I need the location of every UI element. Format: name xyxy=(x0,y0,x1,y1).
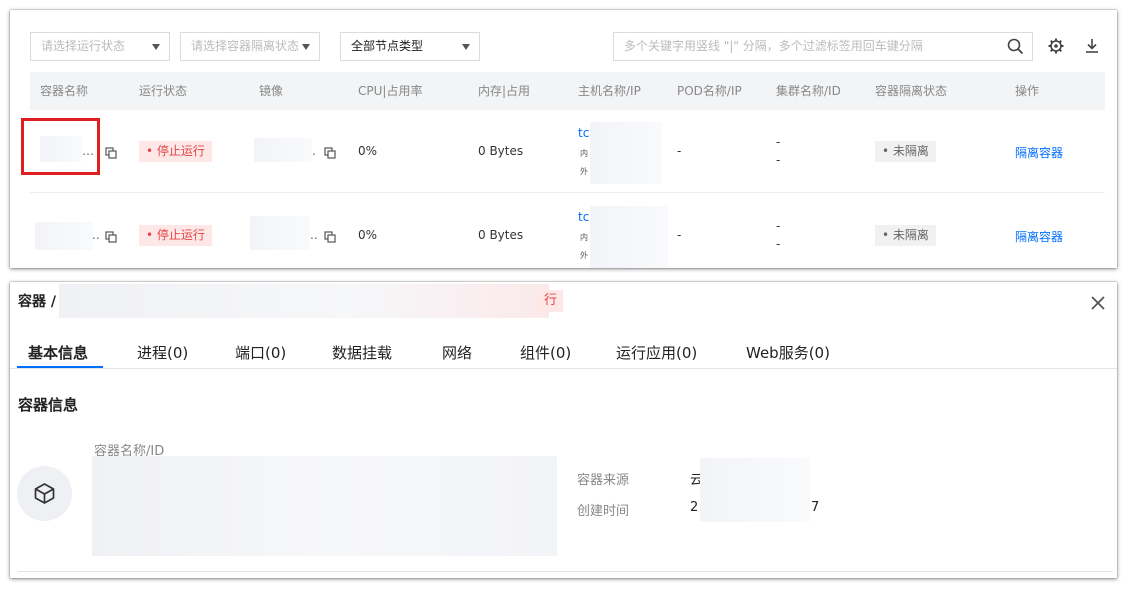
column-header: 操作 xyxy=(1015,84,1040,98)
status-text: 停止运行 xyxy=(156,228,205,242)
copy-icon[interactable] xyxy=(324,231,336,243)
tab-components[interactable]: 组件(0) xyxy=(520,342,571,363)
cluster-id: - xyxy=(776,153,781,167)
isolate-container-link[interactable]: 隔离容器 xyxy=(1015,144,1063,161)
column-header: 镜像 xyxy=(259,84,284,98)
node-type-value: 全部节点类型 xyxy=(351,39,424,53)
pod-value: - xyxy=(677,228,682,242)
copy-icon[interactable] xyxy=(105,231,117,243)
host-name-link[interactable]: tc xyxy=(578,126,589,140)
container-list-panel: 请选择运行状态 请选择容器隔离状态 全部节点类型 多个关键字用竖线 "|" 分隔… xyxy=(10,10,1117,268)
table-row: … • 停止运行 . 0% 0 Bytes tc 内 外 - - - • 未隔离… xyxy=(30,110,1105,193)
download-icon[interactable] xyxy=(1083,37,1101,55)
redacted-host-ip xyxy=(590,122,662,184)
node-type-select[interactable]: 全部节点类型 xyxy=(340,32,480,61)
redacted-image-name xyxy=(254,138,312,162)
table-header: 容器名称 运行状态 镜像 CPU|占用率 内存|占用 主机名称/IP POD名称… xyxy=(30,72,1105,110)
tab-network[interactable]: 网络 xyxy=(442,342,472,363)
container-detail-panel: 容器 / 行 基本信息 进程(0) 端口(0) 数据挂载 网络 组件(0) 运行… xyxy=(10,282,1117,578)
cpu-usage: 0% xyxy=(358,144,378,158)
created-time-prefix: 2 xyxy=(690,500,699,515)
image-ellipsis: .. xyxy=(310,228,318,242)
copy-icon[interactable] xyxy=(105,147,117,159)
memory-usage: 0 Bytes xyxy=(478,144,524,158)
redacted-name-id xyxy=(92,456,557,556)
source-label: 容器来源 xyxy=(577,473,630,488)
run-status-placeholder: 请选择运行状态 xyxy=(41,39,126,53)
column-header: 集群名称/ID xyxy=(776,84,841,98)
status-text: 停止运行 xyxy=(156,144,205,158)
status-badge: • 停止运行 xyxy=(139,141,212,162)
host-outer-ip-label: 外 xyxy=(580,251,588,260)
copy-icon[interactable] xyxy=(324,147,336,159)
section-title: 容器信息 xyxy=(18,396,79,414)
image-ellipsis: . xyxy=(312,144,316,158)
redacted-container-title xyxy=(59,284,549,318)
cluster-name: - xyxy=(776,219,781,233)
cpu-usage: 0% xyxy=(358,228,378,242)
run-status-select[interactable]: 请选择运行状态 xyxy=(30,32,170,61)
memory-usage: 0 Bytes xyxy=(478,228,524,242)
container-name-ellipsis: .. xyxy=(92,228,100,242)
active-tab-indicator xyxy=(17,366,103,368)
search-placeholder: 多个关键字用竖线 "|" 分隔，多个过滤标签用回车键分隔 xyxy=(624,39,923,53)
tab-processes[interactable]: 进程(0) xyxy=(137,342,188,363)
tab-web-services[interactable]: Web服务(0) xyxy=(746,342,830,363)
isolation-status-select[interactable]: 请选择容器隔离状态 xyxy=(180,32,320,61)
breadcrumb: 容器 / xyxy=(18,294,56,310)
column-header: CPU|占用率 xyxy=(358,84,423,98)
isolate-container-link[interactable]: 隔离容器 xyxy=(1015,228,1063,245)
isolation-text: 未隔离 xyxy=(892,144,929,158)
host-name-link[interactable]: tc xyxy=(578,210,589,224)
divider xyxy=(18,571,1113,572)
pod-value: - xyxy=(677,144,682,158)
gear-icon[interactable] xyxy=(1047,37,1065,55)
isolation-badge: • 未隔离 xyxy=(875,141,936,162)
search-input[interactable]: 多个关键字用竖线 "|" 分隔，多个过滤标签用回车键分隔 xyxy=(613,32,1033,61)
close-icon[interactable] xyxy=(1090,295,1106,311)
redacted-image-name xyxy=(250,216,310,250)
column-header: 内存|占用 xyxy=(478,84,531,98)
redacted-source-created xyxy=(700,458,810,522)
detail-tabs: 基本信息 进程(0) 端口(0) 数据挂载 网络 组件(0) 运行应用(0) W… xyxy=(10,338,1117,369)
column-header: 容器名称 xyxy=(40,84,89,98)
column-header: 容器隔离状态 xyxy=(875,84,948,98)
host-inner-ip-label: 内 xyxy=(580,233,588,242)
search-icon[interactable] xyxy=(1007,38,1024,55)
tab-basic-info[interactable]: 基本信息 xyxy=(28,342,88,363)
host-outer-ip-label: 外 xyxy=(580,167,588,176)
redacted-container-name xyxy=(35,222,93,250)
column-header: POD名称/IP xyxy=(677,84,742,98)
isolation-status-placeholder: 请选择容器隔离状态 xyxy=(191,39,300,53)
highlight-box xyxy=(21,118,100,175)
created-time-suffix: 7 xyxy=(811,500,820,515)
caret-down-icon xyxy=(152,44,160,50)
caret-down-icon xyxy=(302,44,310,50)
redacted-host-ip xyxy=(590,206,668,268)
container-avatar xyxy=(17,466,72,521)
column-header: 运行状态 xyxy=(139,84,188,98)
cluster-name: - xyxy=(776,135,781,149)
caret-down-icon xyxy=(462,44,470,50)
tab-data-mounts[interactable]: 数据挂载 xyxy=(332,342,392,363)
tab-running-apps[interactable]: 运行应用(0) xyxy=(616,342,697,363)
table-row: .. • 停止运行 .. 0% 0 Bytes tc 内 外 - - - • 未… xyxy=(30,194,1105,277)
isolation-text: 未隔离 xyxy=(892,228,929,242)
cluster-id: - xyxy=(776,237,781,251)
created-time-label: 创建时间 xyxy=(577,504,630,519)
status-badge: 行 xyxy=(538,290,564,312)
tab-ports[interactable]: 端口(0) xyxy=(235,342,286,363)
host-inner-ip-label: 内 xyxy=(580,149,588,158)
column-header: 主机名称/IP xyxy=(578,84,641,98)
cube-icon xyxy=(34,483,55,504)
isolation-badge: • 未隔离 xyxy=(875,225,936,246)
status-badge: • 停止运行 xyxy=(139,225,212,246)
